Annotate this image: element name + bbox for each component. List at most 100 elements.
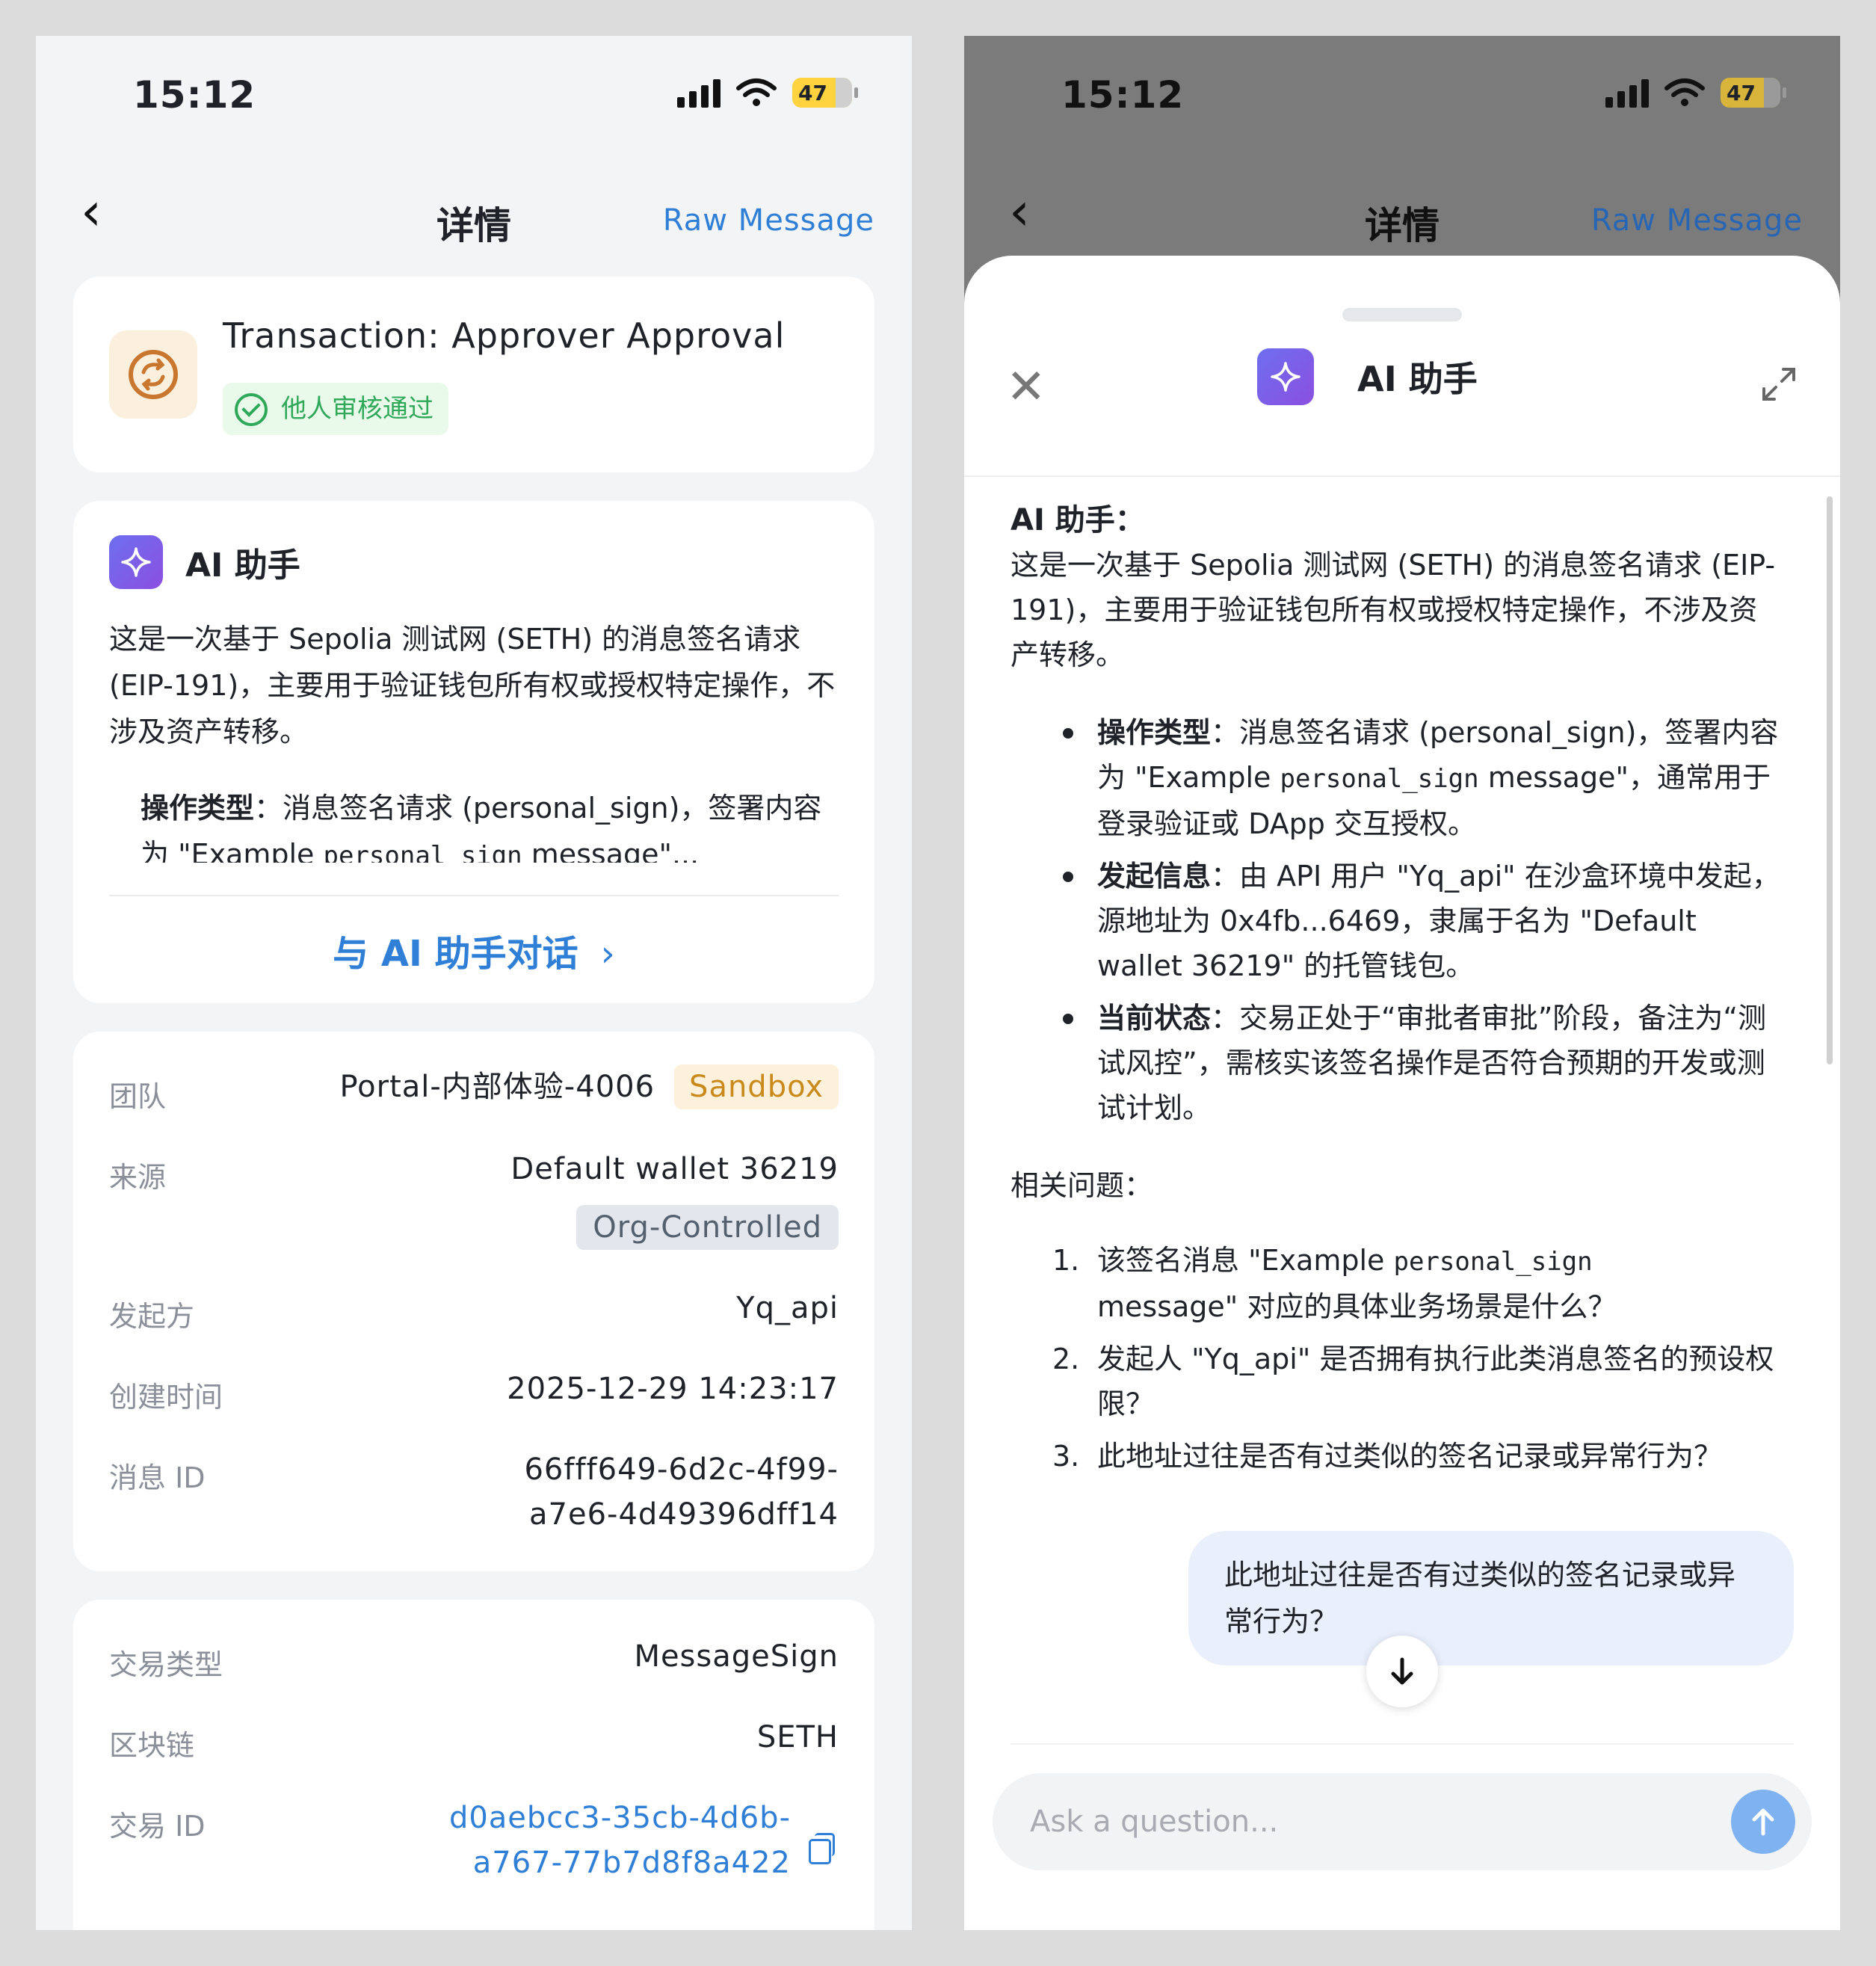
tx-id-line1: d0aebcc3-35cb-4d6b- (448, 1801, 791, 1835)
battery-level: 47 (798, 80, 827, 105)
related-question[interactable]: 1. 该签名消息 "Example personal_sign message" … (1010, 1238, 1780, 1329)
nav-bar: ‹ 详情 Raw Message (964, 170, 1840, 260)
tx-card: 交易类型 MessageSign 区块链 SETH 交易 ID d0aebcc3… (73, 1600, 874, 1930)
list-item: 操作类型：消息签名请求 (personal_sign)，签署内容为 "Examp… (1010, 710, 1780, 846)
question-number: 3. (1052, 1440, 1080, 1473)
tx-id-label: 交易 ID (109, 1810, 206, 1843)
status-time: 15:12 (133, 73, 256, 117)
team-name: Portal-内部体验-4006 (339, 1070, 655, 1104)
question-input-bar (993, 1773, 1812, 1870)
status-icons: 47 (1605, 78, 1786, 108)
ai-assistant-sheet: ✕ AI 助手 AI 助手： 这是一次基于 Sepolia 测试网 (SETH)… (964, 256, 1840, 1930)
arrow-up-icon (1752, 1808, 1774, 1836)
tx-type-label: 交易类型 (109, 1648, 223, 1681)
wifi-icon (1664, 78, 1705, 106)
question-number: 1. (1052, 1244, 1080, 1277)
related-questions-heading: 相关问题： (1010, 1169, 1153, 1202)
list-item: 当前状态：交易正处于“审批者审批”阶段，备注为“测试风控”，需核实该签名操作是否… (1010, 996, 1780, 1130)
ai-assistant-card: AI 助手 这是一次基于 Sepolia 测试网 (SETH) 的消息签名请求 … (73, 501, 874, 1003)
question-text: 发起人 "Yq_api" 是否拥有执行此类消息签名的预设权限？ (1097, 1343, 1774, 1420)
assistant-bullet-list: 操作类型：消息签名请求 (personal_sign)，签署内容为 "Examp… (1010, 710, 1780, 1130)
ai-bullet-code: personal_sign (323, 841, 522, 863)
info-card: 团队 Portal-内部体验-4006 Sandbox 来源 Default wa… (73, 1032, 874, 1571)
ai-card-header: AI 助手 (109, 535, 300, 589)
chat-with-ai-button[interactable]: 与 AI 助手对话 › (73, 924, 874, 976)
status-time: 15:12 (1061, 73, 1185, 117)
chain-label: 区块链 (109, 1729, 195, 1762)
chain-value: SETH (756, 1720, 839, 1754)
raw-message-link[interactable]: Raw Message (663, 203, 874, 238)
wifi-icon (736, 78, 777, 106)
expand-icon[interactable] (1759, 365, 1798, 404)
divider (964, 475, 1840, 477)
status-badge: 他人审核通过 (223, 383, 448, 435)
nav-bar: ‹ 详情 Raw Message (36, 170, 912, 260)
ai-chat-screen: 15:12 47 ‹ 详情 Raw Message ✕ AI 助手 AI 助手：… (964, 36, 1840, 1930)
chevron-right-icon: › (600, 933, 615, 975)
chat-history: AI 助手： 这是一次基于 Sepolia 测试网 (SETH) 的消息签名请求… (1010, 487, 1780, 1486)
source-value: Default wallet 36219 (510, 1152, 839, 1186)
ai-card-title: AI 助手 (185, 546, 300, 585)
close-icon[interactable]: ✕ (1006, 363, 1046, 411)
created-time-value: 2025-12-29 14:23:17 (507, 1372, 839, 1406)
ai-bullet-preview: 操作类型：消息签名请求 (personal_sign)，签署内容为 "Examp… (141, 785, 843, 863)
sparkle-icon (109, 535, 163, 589)
ai-bullet-label: 操作类型 (141, 792, 255, 825)
question-code: personal_sign (1393, 1247, 1593, 1277)
divider (1010, 1743, 1794, 1745)
scrollbar[interactable] (1827, 496, 1833, 1064)
arrow-down-icon (1391, 1657, 1413, 1685)
sheet-header: AI 助手 (1257, 348, 1478, 405)
ai-summary: 这是一次基于 Sepolia 测试网 (SETH) 的消息签名请求 (EIP-1… (109, 623, 836, 748)
related-questions-list: 1. 该签名消息 "Example personal_sign message" … (1010, 1238, 1780, 1479)
related-question[interactable]: 3. 此地址过往是否有过类似的签名记录或异常行为？ (1010, 1434, 1780, 1479)
team-value: Portal-内部体验-4006 Sandbox (339, 1064, 839, 1109)
related-question[interactable]: 2. 发起人 "Yq_api" 是否拥有执行此类消息签名的预设权限？ (1010, 1337, 1780, 1426)
tx-id-line2: a767-77b7d8f8a422 (472, 1846, 791, 1880)
sandbox-tag: Sandbox (674, 1064, 839, 1109)
initiator-label: 发起方 (109, 1300, 195, 1333)
send-button[interactable] (1731, 1790, 1795, 1854)
message-id-line2: a7e6-4d49396dff14 (529, 1497, 839, 1532)
signal-icon (1605, 78, 1649, 108)
battery-icon: 47 (1721, 78, 1786, 108)
sheet-title: AI 助手 (1357, 359, 1478, 399)
user-message-bubble: 此地址过往是否有过类似的签名记录或异常行为？ (1188, 1531, 1794, 1665)
bullet-label: 发起信息 (1097, 860, 1212, 893)
sparkle-icon (1257, 348, 1314, 405)
transaction-title: Transaction: Approver Approval (223, 315, 786, 356)
signal-icon (677, 78, 721, 108)
raw-message-link[interactable]: Raw Message (1591, 203, 1803, 238)
assistant-intro: 这是一次基于 Sepolia 测试网 (SETH) 的消息签名请求 (EIP-1… (1010, 549, 1776, 671)
scroll-to-bottom-button[interactable] (1366, 1636, 1438, 1707)
message-id-label: 消息 ID (109, 1461, 206, 1494)
question-input[interactable] (1030, 1773, 1703, 1870)
question-text-tail: message" 对应的具体业务场景是什么？ (1097, 1290, 1617, 1323)
status-icons: 47 (677, 78, 858, 108)
question-text: 此地址过往是否有过类似的签名记录或异常行为？ (1097, 1440, 1723, 1473)
list-item: 发起信息：由 API 用户 "Yq_api" 在沙盒环境中发起，源地址为 0x4… (1010, 854, 1780, 988)
tx-id-link[interactable]: d0aebcc3-35cb-4d6b-a767-77b7d8f8a422 (449, 1796, 791, 1885)
bullet-label: 当前状态 (1097, 1002, 1212, 1035)
transaction-icon (109, 330, 197, 419)
org-controlled-tag: Org-Controlled (576, 1205, 839, 1250)
bullet-code: personal_sign (1280, 764, 1479, 794)
created-time-label: 创建时间 (109, 1381, 223, 1414)
team-label: 团队 (109, 1080, 167, 1113)
status-bar: 15:12 47 (36, 36, 912, 155)
drag-handle[interactable] (1342, 308, 1462, 321)
ai-bullet-tail: message"... (531, 838, 700, 863)
battery-icon: 47 (792, 78, 858, 108)
tx-type-value: MessageSign (634, 1639, 839, 1674)
message-id-value: 66fff649-6d2c-4f99- a7e6-4d49396dff14 (524, 1447, 839, 1537)
source-label: 来源 (109, 1161, 167, 1194)
message-id-line1: 66fff649-6d2c-4f99- (524, 1452, 839, 1487)
status-badge-label: 他人审核通过 (281, 394, 433, 424)
chat-with-ai-label: 与 AI 助手对话 (333, 933, 578, 975)
copy-icon[interactable] (809, 1833, 835, 1864)
check-circle-icon (235, 393, 268, 426)
transaction-card: Transaction: Approver Approval 他人审核通过 (73, 277, 874, 472)
status-bar: 15:12 47 (964, 36, 1840, 155)
battery-level: 47 (1727, 80, 1756, 105)
question-number: 2. (1052, 1343, 1080, 1375)
